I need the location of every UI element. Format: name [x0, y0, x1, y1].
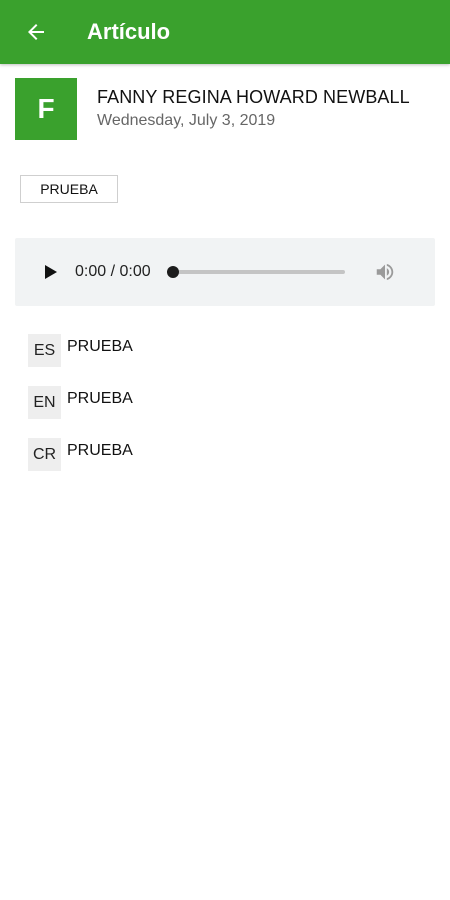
translation-row-cr: CR PRUEBA	[28, 438, 133, 490]
translation-text: PRUEBA	[67, 390, 133, 407]
lang-badge: ES	[28, 334, 61, 367]
translation-text: PRUEBA	[67, 338, 133, 355]
play-icon	[45, 265, 57, 279]
author-info: FANNY REGINA HOWARD NEWBALL Wednesday, J…	[97, 78, 410, 130]
volume-icon	[376, 263, 393, 281]
play-button[interactable]	[41, 262, 61, 282]
article-date: Wednesday, July 3, 2019	[97, 112, 276, 129]
volume-button[interactable]	[373, 260, 397, 284]
author-name: FANNY REGINA HOWARD NEWBALL	[97, 87, 410, 107]
app-bar: Artículo	[0, 0, 450, 64]
audio-time: 0:00 / 0:00	[75, 263, 151, 280]
translations-list: ES PRUEBA EN PRUEBA CR PRUEBA	[28, 334, 133, 490]
author-header: F FANNY REGINA HOWARD NEWBALL Wednesday,…	[15, 78, 410, 140]
lang-badge: EN	[28, 386, 61, 419]
seek-thumb[interactable]	[166, 266, 179, 278]
translation-row-es: ES PRUEBA	[28, 334, 133, 386]
category-tag: PRUEBA	[20, 175, 118, 203]
translation-text: PRUEBA	[67, 442, 133, 459]
arrow-left-icon	[28, 24, 44, 40]
lang-badge: CR	[28, 438, 61, 471]
seek-bar[interactable]	[166, 266, 345, 278]
page-title: Artículo	[87, 19, 171, 44]
translation-row-en: EN PRUEBA	[28, 386, 133, 438]
back-button[interactable]	[8, 0, 64, 64]
audio-player: 0:00 / 0:00	[15, 238, 435, 306]
avatar: F	[15, 78, 77, 140]
